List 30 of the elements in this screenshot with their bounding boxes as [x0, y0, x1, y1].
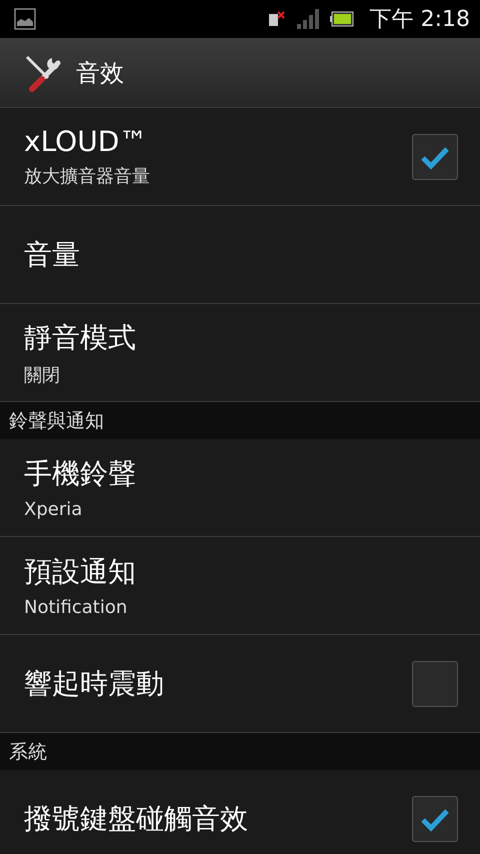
preference-item[interactable]: 預設通知 Notification	[0, 537, 480, 635]
checkbox[interactable]	[412, 660, 458, 706]
status-time: 下午 2:18	[370, 6, 470, 34]
section-header: 系統	[0, 733, 480, 770]
tools-icon	[24, 54, 62, 92]
checkbox[interactable]	[412, 134, 458, 180]
preference-title: 響起時震動	[24, 666, 165, 702]
preference-item[interactable]: 音量	[0, 206, 480, 304]
preference-title: 手機鈴聲	[24, 456, 137, 492]
battery-icon	[330, 11, 354, 27]
gallery-icon	[14, 8, 36, 30]
signal-icon	[296, 8, 320, 30]
preference-summary: Notification	[24, 597, 128, 618]
checkbox[interactable]	[412, 796, 458, 842]
section-header: 鈴聲與通知	[0, 402, 480, 439]
screen-title: 音效	[76, 58, 124, 88]
no-sim-icon	[268, 10, 286, 28]
preference-summary: 放大擴音器音量	[24, 165, 151, 188]
preference-item[interactable]: xLOUD™ 放大擴音器音量	[0, 108, 480, 206]
preference-item[interactable]: 撥號鍵盤碰觸音效	[0, 770, 480, 854]
preference-title: 音量	[24, 236, 81, 272]
preference-title: 靜音模式	[24, 320, 137, 356]
preference-summary: Xperia	[24, 499, 84, 520]
preference-title: 預設通知	[24, 554, 137, 590]
preference-title: 撥號鍵盤碰觸音效	[24, 800, 249, 836]
preference-item[interactable]: 響起時震動	[0, 635, 480, 733]
preference-title: xLOUD™	[24, 125, 148, 158]
preference-item[interactable]: 手機鈴聲 Xperia	[0, 439, 480, 537]
preference-item[interactable]: 靜音模式 關閉	[0, 304, 480, 402]
preference-summary: 關閉	[24, 364, 61, 386]
